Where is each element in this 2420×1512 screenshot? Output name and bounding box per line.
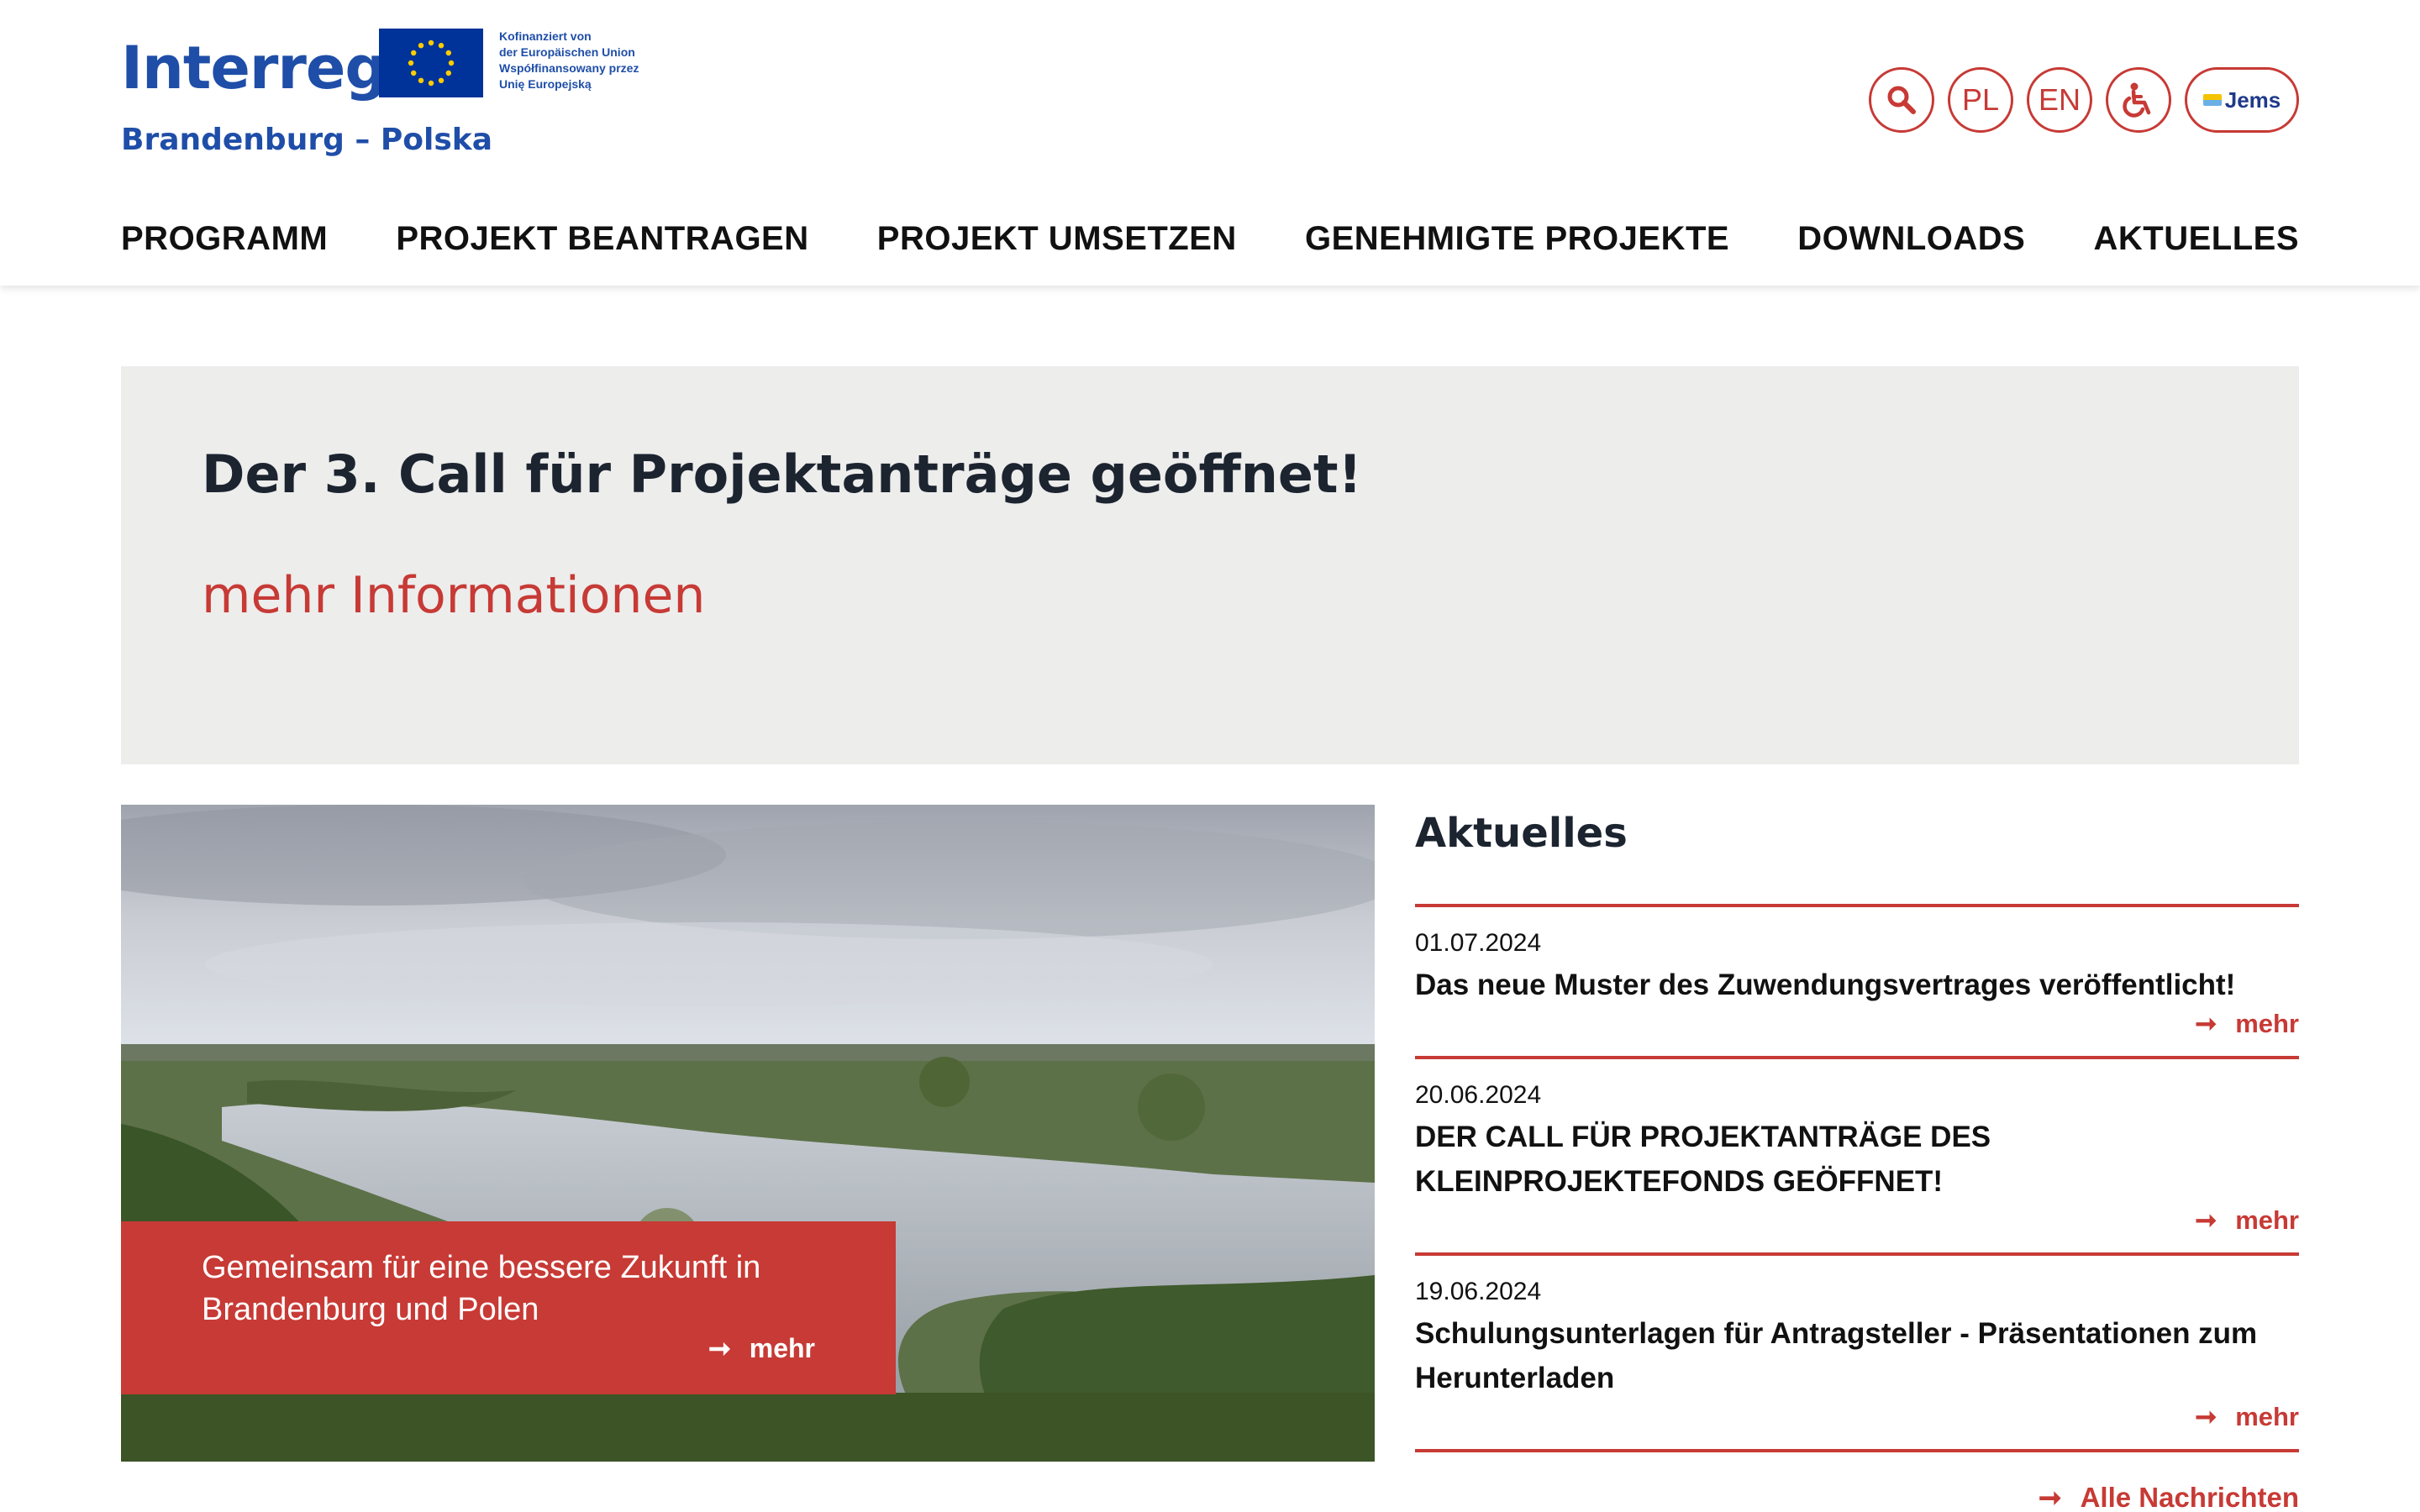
hero-caption-text: Gemeinsam für eine bessere Zukunft in Br… [202,1250,761,1327]
utility-bar: PL EN Jems [1869,67,2299,133]
news-divider [1415,1449,2299,1452]
search-icon [1887,86,1916,114]
news-item: 01.07.2024 Das neue Muster des Zuwendung… [1415,904,2299,1056]
arrow-right-icon: ➞ [2195,1402,2217,1431]
news-panel: Aktuelles 01.07.2024 Das neue Muster des… [1415,805,2299,1512]
news-date: 01.07.2024 [1415,929,1542,957]
news-item: 19.06.2024 Schulungsunterlagen für Antra… [1415,1252,2299,1449]
arrow-right-icon: ➞ [2195,1009,2217,1038]
banner-more-info-link[interactable]: mehr Informationen [202,566,705,625]
all-news-link[interactable]: ➞ Alle Nachrichten [1415,1481,2299,1512]
news-headline-link[interactable]: DER CALL FÜR PROJEKTANTRÄGE DES KLEINPRO… [1415,1121,1991,1198]
wheelchair-icon [2123,82,2151,118]
news-more-link[interactable]: ➞ mehr [1415,1007,2299,1056]
arrow-right-icon: ➞ [708,1333,731,1363]
nav-item-genehmigte-projekte[interactable]: GENEHMIGTE PROJEKTE [1305,220,1729,258]
nav-item-programm[interactable]: PROGRAMM [121,220,328,258]
nav-item-aktuelles[interactable]: AKTUELLES [2094,220,2300,258]
news-date: 20.06.2024 [1415,1081,1542,1109]
jems-logo-icon [2202,94,2222,106]
main-navigation: PROGRAMM PROJEKT BEANTRAGEN PROJEKT UMSE… [121,220,2299,258]
news-headline-link[interactable]: Schulungsunterlagen für Antragsteller - … [1415,1317,2257,1394]
news-item: 20.06.2024 DER CALL FÜR PROJEKTANTRÄGE D… [1415,1056,2299,1252]
hero-image-teaser[interactable]: Gemeinsam für eine bessere Zukunft in Br… [121,805,1375,1462]
interreg-logo[interactable]: Interreg Kofinanziert von der Europäisch… [121,25,667,168]
news-more-link[interactable]: ➞ mehr [1415,1204,2299,1252]
call-banner: Der 3. Call für Projektanträge geöffnet!… [121,366,2299,764]
arrow-right-icon: ➞ [2038,1482,2062,1512]
eu-cofinancing-text: Kofinanziert von der Europäischen Union … [499,29,639,91]
accessibility-button[interactable] [2106,67,2171,133]
logo-wordmark: Interreg [121,34,387,102]
news-more-link[interactable]: ➞ mehr [1415,1400,2299,1449]
jems-button[interactable]: Jems [2185,67,2299,133]
news-date: 19.06.2024 [1415,1278,1542,1305]
nav-item-projekt-beantragen[interactable]: PROJEKT BEANTRAGEN [396,220,808,258]
banner-title: Der 3. Call für Projektanträge geöffnet! [202,444,1362,505]
nav-item-projekt-umsetzen[interactable]: PROJEKT UMSETZEN [877,220,1237,258]
site-header: Interreg Kofinanziert von der Europäisch… [0,0,2420,286]
news-title: Aktuelles [1415,810,1628,857]
news-headline-link[interactable]: Das neue Muster des Zuwendungsvertrages … [1415,969,2235,1001]
hero-caption-box[interactable]: Gemeinsam für eine bessere Zukunft in Br… [121,1221,896,1394]
jems-label: Jems [2224,87,2281,113]
hero-more-link[interactable]: ➞ mehr [708,1332,815,1364]
nav-item-downloads[interactable]: DOWNLOADS [1797,220,2025,258]
logo-region: Brandenburg – Polska [121,123,493,157]
eu-flag-icon [379,29,483,97]
arrow-right-icon: ➞ [2195,1205,2217,1235]
search-button[interactable] [1869,67,1934,133]
language-en-button[interactable]: EN [2027,67,2092,133]
language-pl-button[interactable]: PL [1948,67,2013,133]
